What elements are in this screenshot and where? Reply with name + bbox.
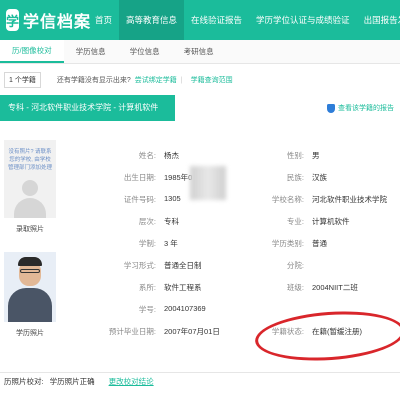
field-value-ethnicity: 汉族: [312, 173, 327, 182]
field-label-name: 姓名:: [138, 151, 156, 160]
field-value-name: 杨杰: [164, 151, 179, 160]
field-value-study-form: 普通全日制: [164, 261, 202, 270]
photo-check-value: 学历照片正确: [49, 377, 95, 386]
field-label-graduation: 预计毕业日期:: [108, 327, 156, 336]
field-value-edu-type: 普通: [312, 239, 327, 248]
field-value-department: 软件工程系: [164, 283, 202, 292]
field-value-class: 2004NIIT二班: [312, 283, 358, 292]
field-value-duration: 3 年: [164, 239, 178, 248]
field-label-class: 班级:: [286, 283, 304, 292]
photo-check-footer: 历照片校对: 学历照片正确 更改校对结论: [0, 372, 400, 390]
field-label-level: 层次:: [138, 217, 156, 226]
field-label-department: 系所:: [138, 283, 156, 292]
field-value-gender: 男: [312, 151, 320, 160]
field-label-branch: 分院:: [286, 261, 304, 270]
redaction-blur: [190, 166, 226, 200]
field-value-birth: 1985年0: [164, 173, 193, 182]
field-value-level: 专科: [164, 217, 179, 226]
field-value-major: 计算机软件: [312, 217, 350, 226]
field-label-edu-type: 学历类别:: [271, 239, 304, 248]
field-label-major: 专业:: [286, 217, 304, 226]
field-label-birth: 出生日期:: [123, 173, 156, 182]
field-value-graduation: 2007年07月01日: [164, 327, 220, 336]
field-label-student-no: 学号:: [138, 305, 156, 314]
field-label-study-form: 学习形式:: [123, 261, 156, 270]
field-value-student-no: 2004107369: [164, 304, 206, 313]
field-label-duration: 学制:: [138, 239, 156, 248]
field-label-gender: 性别:: [286, 151, 304, 160]
field-label-ethnicity: 民族:: [286, 173, 304, 182]
field-value-id: 1305: [164, 194, 181, 203]
photo-check-label: 历照片校对:: [4, 377, 44, 386]
field-label-school: 学校名称:: [271, 195, 304, 204]
change-conclusion-link[interactable]: 更改校对结论: [109, 376, 154, 387]
field-label-id: 证件号码:: [123, 195, 156, 204]
field-value-school: 河北软件职业技术学院: [312, 195, 387, 204]
